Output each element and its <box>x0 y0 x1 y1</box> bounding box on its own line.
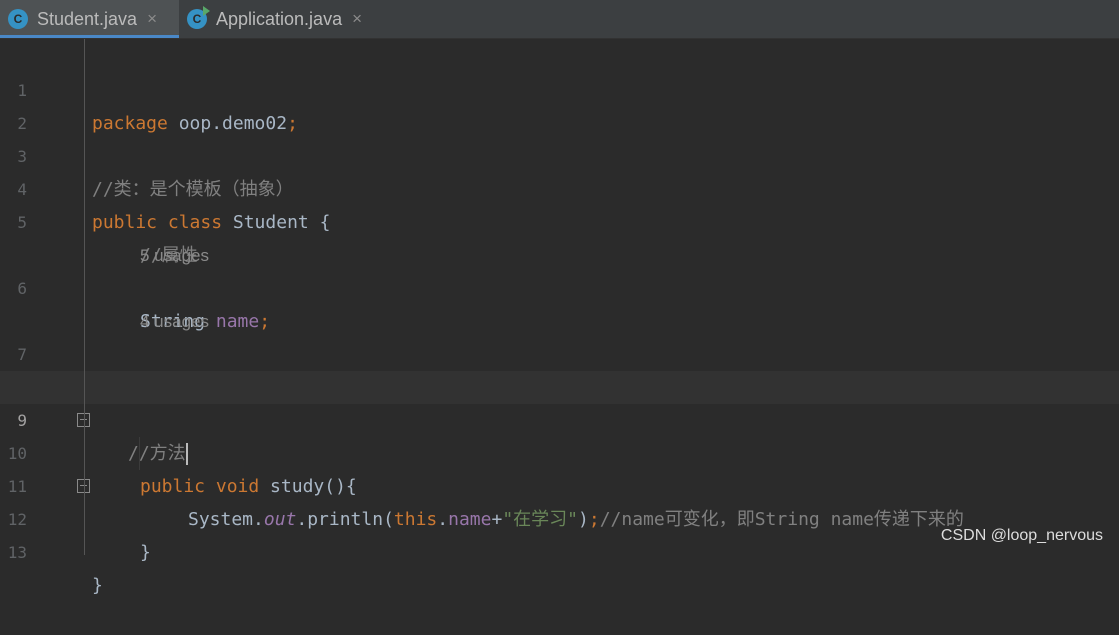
editor-tab-bar: C Student.java × C Application.java × <box>0 0 1119 39</box>
code-line-3[interactable]: 3 //类：是个模板（抽象） <box>0 107 1119 200</box>
tab-student-java[interactable]: C Student.java × <box>0 0 179 38</box>
tab-label: Student.java <box>37 8 138 29</box>
line-number: 13 <box>7 543 27 562</box>
indent-guide <box>139 437 140 470</box>
gutter-divider <box>84 39 85 555</box>
code-text: } <box>92 575 103 596</box>
code-line-4[interactable]: 4 public class Student { <box>0 140 1119 233</box>
code-line-6[interactable]: 6 String name; <box>0 239 1119 332</box>
code-line-12[interactable]: 12 } <box>0 470 1119 563</box>
watermark: CSDN @loop_nervous <box>940 527 1103 544</box>
code-text: } <box>140 542 151 563</box>
code-line-8[interactable]: 8 <box>0 338 1119 397</box>
close-icon[interactable]: × <box>147 9 157 29</box>
code-line-2[interactable]: 2 <box>0 74 1119 133</box>
code-line-5[interactable]: 5 //属性 <box>0 173 1119 266</box>
code-line-9[interactable]: 9 //方法 <box>0 371 1119 465</box>
close-icon[interactable]: × <box>352 9 362 29</box>
code-editor[interactable]: 1 package oop.demo02; 2 3 //类：是个模板（抽象） 4… <box>0 39 1119 596</box>
inlay-hint-row: 5 usages <box>0 206 1119 265</box>
code-line-1[interactable]: 1 package oop.demo02; <box>0 41 1119 134</box>
code-line-11[interactable]: 11 System.out.println(this.name+"在学习");/… <box>0 437 1119 530</box>
code-line-7[interactable]: 7 int age; <box>0 305 1119 398</box>
tab-label: Application.java <box>216 8 343 29</box>
inlay-hint-row: 4 usages <box>0 272 1119 331</box>
tab-application-java[interactable]: C Application.java × <box>179 0 389 38</box>
java-class-runnable-icon: C <box>187 6 210 29</box>
code-line-10[interactable]: 10 public void study(){ <box>0 404 1119 497</box>
java-class-icon: C <box>8 9 28 29</box>
